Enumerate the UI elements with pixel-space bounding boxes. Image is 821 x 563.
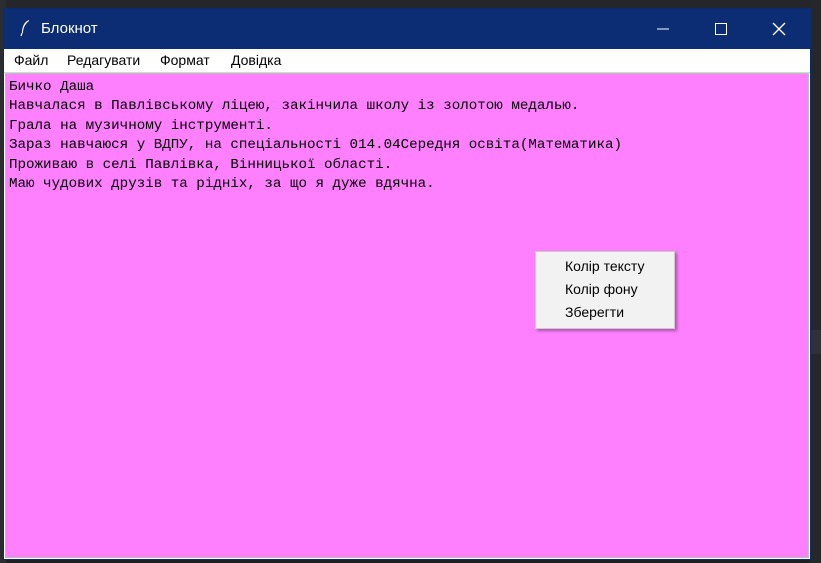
text-line: Грала на музичному інструменті. xyxy=(9,117,273,134)
context-menu: Колір тексту Колір фону Зберегти xyxy=(535,251,675,329)
close-button[interactable] xyxy=(750,9,808,49)
editor-text: Бичко Даша Навчалася в Павлівському ліце… xyxy=(9,78,622,194)
maximize-icon xyxy=(715,23,727,35)
close-icon xyxy=(772,22,786,36)
menu-format[interactable]: Формат xyxy=(160,52,210,68)
text-line: Навчалася в Павлівському ліцею, закінчил… xyxy=(9,98,580,115)
feather-icon xyxy=(18,19,34,37)
minimize-button[interactable] xyxy=(634,9,692,49)
background-highlight-line xyxy=(810,330,821,354)
text-line: Проживаю в селі Павлівка, Вінницької обл… xyxy=(9,156,393,173)
title-bar[interactable]: Блокнот xyxy=(4,9,810,49)
text-line: Бичко Даша xyxy=(9,79,95,95)
text-line: Маю чудових друзів та рідніх, за що я ду… xyxy=(9,175,435,192)
notepad-window: Блокнот Файл Редагувати Формат Довідка Б… xyxy=(4,9,810,559)
maximize-button[interactable] xyxy=(692,9,750,49)
context-menu-item-background-color[interactable]: Колір фону xyxy=(565,281,638,297)
background-right-edge xyxy=(810,0,821,563)
menu-edit[interactable]: Редагувати xyxy=(67,52,140,68)
text-editor-area[interactable]: Бичко Даша Навчалася в Павлівському ліце… xyxy=(5,73,809,558)
menu-help[interactable]: Довідка xyxy=(231,52,281,68)
text-line: Зараз навчаюся у ВДПУ, на спеціальності … xyxy=(9,137,622,154)
minimize-icon xyxy=(657,28,669,30)
menu-file[interactable]: Файл xyxy=(14,52,48,68)
context-menu-item-text-color[interactable]: Колір тексту xyxy=(565,258,644,274)
context-menu-item-save[interactable]: Зберегти xyxy=(565,304,624,320)
menu-bar: Файл Редагувати Формат Довідка xyxy=(4,49,810,73)
window-title: Блокнот xyxy=(41,20,98,37)
